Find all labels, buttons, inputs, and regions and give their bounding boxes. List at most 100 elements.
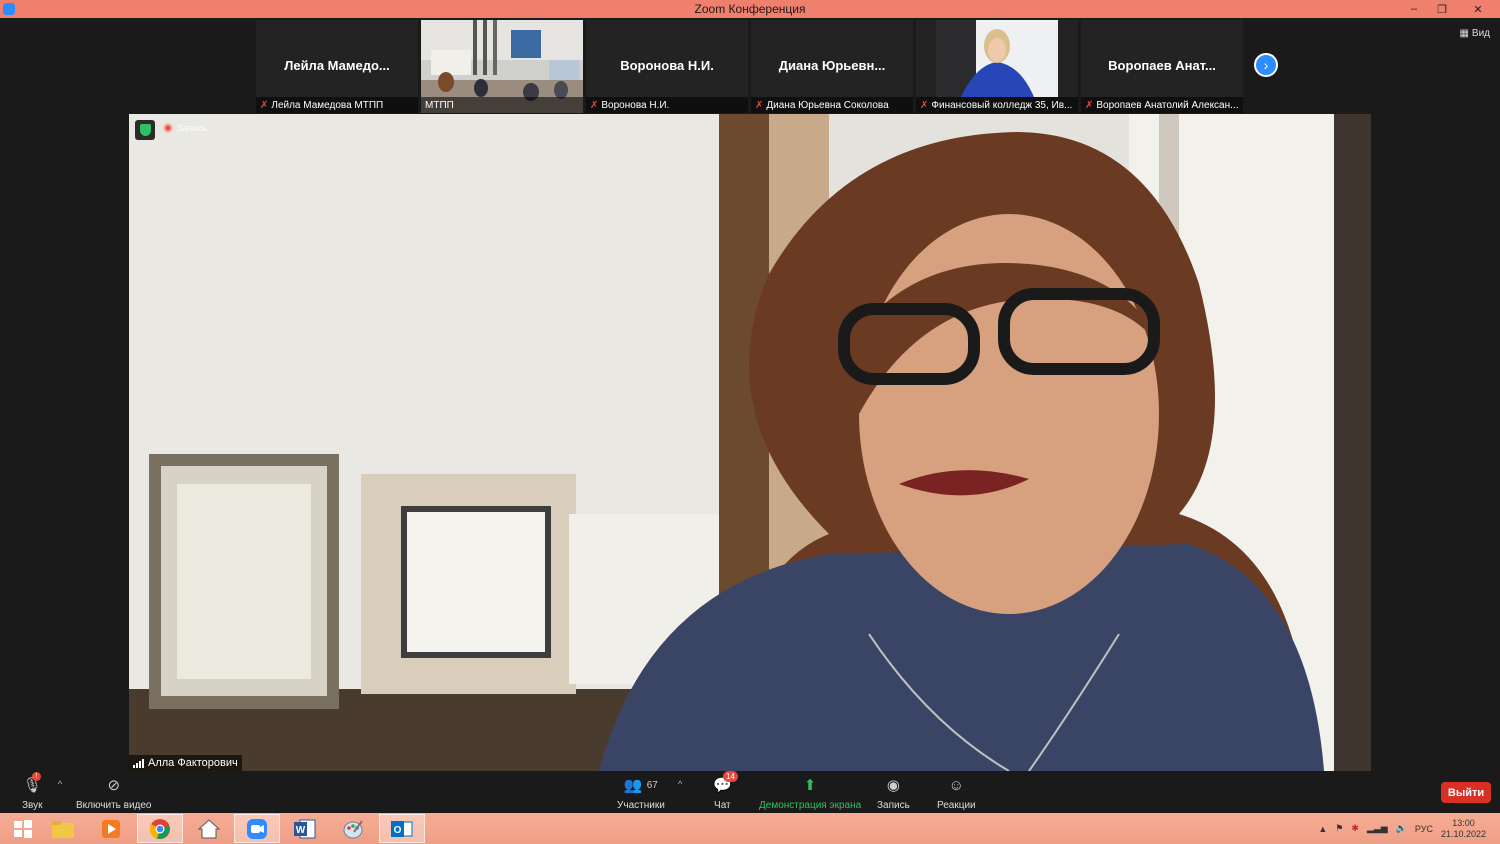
participant-caption: Диана Юрьевна Соколова xyxy=(766,99,889,111)
participant-tile[interactable]: Воронова Н.И. ✗ Воронова Н.И. xyxy=(586,20,748,113)
window-title: Zoom Конференция xyxy=(694,2,806,16)
leave-meeting-button[interactable]: Выйти xyxy=(1441,782,1491,803)
media-player-icon xyxy=(102,819,120,838)
clock-time: 13:00 xyxy=(1452,817,1475,828)
start-video-label: Включить видео xyxy=(76,800,152,811)
next-page-button[interactable]: › xyxy=(1254,53,1278,77)
start-video-button[interactable]: ⊘ Включить видео xyxy=(76,775,152,811)
recording-label: Запись xyxy=(177,123,207,133)
volume-icon[interactable]: 🔊 xyxy=(1396,823,1407,834)
chat-button[interactable]: 💬 14 Чат xyxy=(713,771,738,811)
mic-muted-icon: ✗ xyxy=(755,99,764,111)
audio-label: Звук xyxy=(22,800,43,811)
participant-tile[interactable]: МТПП xyxy=(421,20,583,113)
participant-caption: Финансовый колледж 35, Ив... xyxy=(931,99,1073,111)
meeting-window: Лейла Мамедо... ✗ Лейла Мамедова МТПП МТП… xyxy=(0,18,1500,813)
speaker-name-label: Алла Факторович xyxy=(129,755,242,771)
recording-indicator: Запись xyxy=(163,123,207,133)
signal-strength-icon xyxy=(133,758,144,768)
video-off-icon: ⊘ xyxy=(107,777,121,794)
audio-options-caret-icon[interactable]: ^ xyxy=(58,779,62,789)
participant-tile[interactable]: Лейла Мамедо... ✗ Лейла Мамедова МТПП xyxy=(256,20,418,113)
reactions-label: Реакции xyxy=(937,800,976,811)
grid-icon: ▦ xyxy=(1459,28,1469,39)
record-button[interactable]: ◉ Запись xyxy=(877,775,910,811)
speaker-name: Алла Факторович xyxy=(148,757,238,769)
taskbar-word[interactable]: W xyxy=(282,814,328,843)
paint-palette-icon xyxy=(343,819,363,838)
participant-display-name: Воропаев Анат... xyxy=(1108,58,1216,73)
view-button[interactable]: ▦ Вид xyxy=(1459,28,1490,39)
taskbar-media-player[interactable] xyxy=(88,814,134,843)
minimize-button[interactable]: – xyxy=(1400,0,1428,18)
system-clock[interactable]: 13:00 21.10.2022 xyxy=(1441,818,1486,840)
share-screen-icon: ⬆ xyxy=(803,777,817,794)
view-button-label: Вид xyxy=(1471,28,1490,39)
mic-muted-icon: ✗ xyxy=(1085,99,1094,111)
share-screen-label: Демонстрация экрана xyxy=(759,800,862,811)
participant-tile[interactable]: Диана Юрьевн... ✗ Диана Юрьевна Соколова xyxy=(751,20,913,113)
share-screen-button[interactable]: ⬆ Демонстрация экрана xyxy=(759,775,861,811)
clock-date: 21.10.2022 xyxy=(1440,828,1486,839)
chevron-right-icon: › xyxy=(1263,57,1269,73)
svg-text:W: W xyxy=(296,825,306,836)
window-controls: – ❐ ✕ xyxy=(1400,0,1500,18)
svg-text:O: O xyxy=(394,825,402,836)
taskbar-paint[interactable] xyxy=(330,814,376,843)
record-label: Запись xyxy=(877,800,910,811)
os-taskbar: W O ▲ ⚑ ✱ ▂▃▅ 🔊 РУС 13:00 21.10.2022 xyxy=(0,813,1500,844)
chat-unread-badge: 14 xyxy=(723,771,738,782)
participants-count: 67 xyxy=(646,779,658,791)
system-tray: ▲ ⚑ ✱ ▂▃▅ 🔊 РУС 13:00 21.10.2022 xyxy=(1318,813,1500,844)
mic-muted-icon: ✗ xyxy=(920,99,929,111)
network-icon[interactable]: ▂▃▅ xyxy=(1367,823,1388,834)
outlook-icon: O xyxy=(391,820,413,837)
security-shield-icon[interactable] xyxy=(135,120,155,140)
participant-caption: Воропаев Анатолий Алексан... xyxy=(1096,99,1239,111)
taskbar-home[interactable] xyxy=(186,814,232,843)
title-bar: Zoom Конференция – ❐ ✕ xyxy=(0,0,1500,18)
windows-logo-icon xyxy=(14,819,32,838)
speaker-video-image xyxy=(129,114,1371,771)
main-speaker-video: Запись Алла Факторович xyxy=(129,114,1371,771)
participant-display-name: Лейла Мамедо... xyxy=(284,58,390,73)
taskbar-chrome[interactable] xyxy=(137,814,183,843)
taskbar-outlook[interactable]: O xyxy=(379,814,425,843)
antivirus-icon[interactable]: ✱ xyxy=(1351,823,1359,834)
participant-strip: Лейла Мамедо... ✗ Лейла Мамедова МТПП МТП… xyxy=(256,20,1243,113)
home-icon xyxy=(197,818,221,838)
participant-display-name: Диана Юрьевн... xyxy=(778,58,886,73)
participant-caption: Воронова Н.И. xyxy=(601,99,670,111)
participants-label: Участники xyxy=(617,800,665,811)
participant-caption: МТПП xyxy=(425,99,454,111)
alert-icon: ! xyxy=(31,772,41,781)
reactions-button[interactable]: ☺ Реакции xyxy=(937,775,976,812)
zoom-app-icon xyxy=(3,3,15,15)
record-icon: ◉ xyxy=(886,777,900,794)
participants-button[interactable]: 👥 67 Участники xyxy=(617,775,665,811)
participant-caption: Лейла Мамедова МТПП xyxy=(271,99,384,111)
folder-icon xyxy=(52,820,74,838)
input-language[interactable]: РУС xyxy=(1415,824,1433,834)
mic-muted-icon: ✗ xyxy=(590,99,599,111)
taskbar-file-explorer[interactable] xyxy=(40,814,86,843)
chrome-icon xyxy=(149,818,170,839)
zoom-icon xyxy=(247,818,267,839)
record-dot-icon xyxy=(163,123,173,133)
mic-muted-icon: ✗ xyxy=(260,99,269,111)
flag-icon[interactable]: ⚑ xyxy=(1335,823,1343,834)
chat-label: Чат xyxy=(714,800,731,811)
smiley-plus-icon: ☺ xyxy=(948,776,964,794)
meeting-toolbar: 🎙! Звук ^ ⊘ Включить видео 👥 67 Участник… xyxy=(0,771,1500,813)
audio-button[interactable]: 🎙! Звук xyxy=(22,772,43,811)
participants-options-caret-icon[interactable]: ^ xyxy=(678,779,682,789)
participant-tile[interactable]: ✗ Финансовый колледж 35, Ив... xyxy=(916,20,1078,113)
participant-display-name: Воронова Н.И. xyxy=(620,58,714,73)
restore-button[interactable]: ❐ xyxy=(1428,0,1456,18)
participant-tile[interactable]: Воропаев Анат... ✗ Воропаев Анатолий Алек… xyxy=(1081,20,1243,113)
people-icon: 👥 xyxy=(623,777,643,794)
close-button[interactable]: ✕ xyxy=(1456,0,1500,18)
word-icon: W xyxy=(294,819,316,838)
tray-overflow-icon[interactable]: ▲ xyxy=(1318,824,1327,834)
taskbar-zoom[interactable] xyxy=(234,814,280,843)
